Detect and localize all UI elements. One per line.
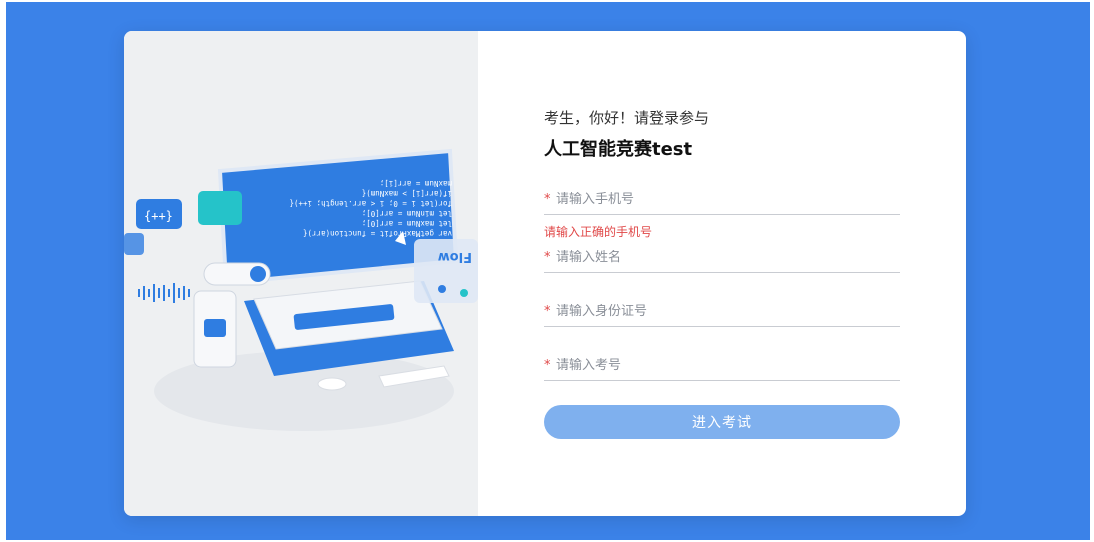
exam-number-field: * — [544, 351, 900, 381]
required-mark: * — [544, 304, 551, 319]
required-mark: * — [544, 192, 551, 207]
code-line-4: for(let i = 0; i < arr.length; i++){ — [289, 199, 452, 208]
login-form: 考生，你好！请登录参与 人工智能竞赛test * 请输入正确的手机号 * * *… — [544, 31, 904, 516]
illustration-panel: var getMaxProfit = function(arr){ let ma… — [124, 31, 478, 516]
code-line-1: var getMaxProfit = function(arr){ — [303, 229, 452, 238]
exam-number-input[interactable] — [556, 358, 886, 373]
id-card-field: * — [544, 297, 900, 327]
greeting-text: 考生，你好！请登录参与 — [544, 109, 710, 127]
phone-field: * — [544, 185, 900, 215]
flow-label: Flow — [438, 249, 472, 264]
code-badge: {++} — [144, 209, 173, 223]
required-mark: * — [544, 250, 551, 265]
code-line-6: maxNum = arr[i]; — [380, 179, 452, 188]
login-card: var getMaxProfit = function(arr){ let ma… — [124, 31, 966, 516]
phone-input[interactable] — [556, 192, 886, 207]
name-input[interactable] — [556, 250, 886, 265]
code-line-2: let maxNum = arr[0]; — [362, 219, 452, 228]
code-line-3: let minNum = arr[0]; — [362, 209, 452, 218]
phone-error-message: 请输入正确的手机号 — [544, 225, 653, 239]
computer-illustration: var getMaxProfit = function(arr){ let ma… — [124, 148, 478, 431]
name-field: * — [544, 243, 900, 273]
contest-title: 人工智能竞赛test — [544, 139, 693, 160]
code-line-5: if(arr[i] > maxNum){ — [362, 189, 452, 198]
id-card-input[interactable] — [556, 304, 886, 319]
enter-exam-button[interactable]: 进入考试 — [544, 405, 900, 439]
required-mark: * — [544, 358, 551, 373]
